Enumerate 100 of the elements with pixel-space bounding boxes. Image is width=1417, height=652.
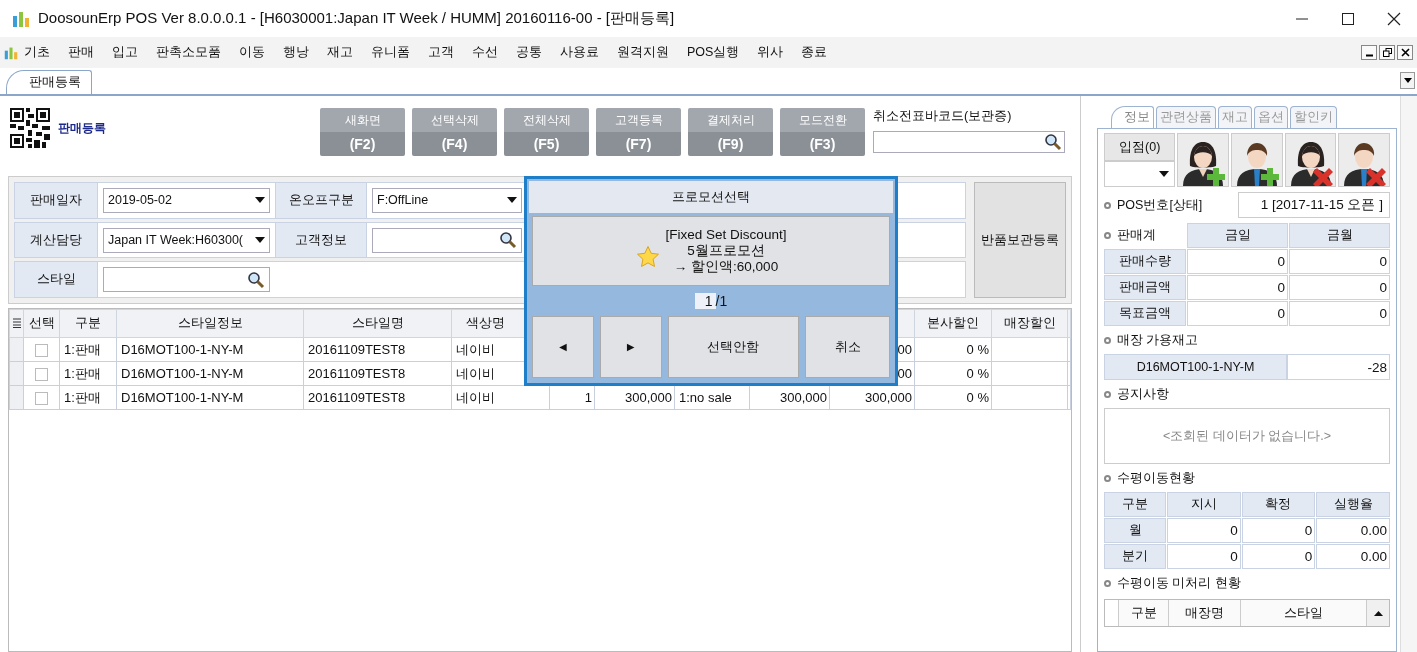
row-checkbox[interactable] bbox=[35, 392, 48, 406]
row-header: 목표금액 bbox=[1104, 301, 1186, 326]
maximize-icon bbox=[1341, 11, 1355, 26]
remove-customer-button[interactable] bbox=[1338, 133, 1390, 187]
table-cell: 20161109TEST8 bbox=[303, 337, 452, 362]
field-label: 스타일 bbox=[15, 262, 98, 297]
field-label: 취소전표바코드(보관증) bbox=[873, 108, 1013, 125]
panel-tab[interactable]: 정보 bbox=[1111, 106, 1154, 128]
table-cell: D16MOT100-1-NY-M bbox=[116, 337, 304, 362]
menu-item[interactable]: 원격지원 bbox=[608, 44, 678, 61]
menu-item[interactable]: 유니폼 bbox=[362, 44, 419, 61]
scroll-up-button[interactable] bbox=[1367, 600, 1389, 626]
column-header: 금월 bbox=[1289, 223, 1390, 248]
column-header: 스타일명 bbox=[303, 309, 452, 338]
field-label: 계산담당 bbox=[15, 222, 98, 258]
table-cell: 0 bbox=[1187, 275, 1288, 300]
column-header: 스타일 bbox=[1241, 600, 1367, 626]
menu-item[interactable]: 행낭 bbox=[274, 44, 318, 61]
table-cell: -28 bbox=[1287, 354, 1390, 380]
section-title: POS번호[상태] bbox=[1104, 196, 1203, 214]
menu-item[interactable]: 위사 bbox=[748, 44, 793, 61]
dropdown-field[interactable]: Japan IT Week:H60300( bbox=[103, 227, 270, 253]
barcode-field[interactable] bbox=[873, 131, 1065, 153]
table-cell: 0 bbox=[1289, 249, 1390, 274]
store-label: 입점(0) bbox=[1104, 133, 1176, 161]
app-logo-icon bbox=[12, 9, 30, 28]
table-cell: 0 bbox=[1167, 518, 1241, 543]
table-cell: 20161109TEST8 bbox=[303, 385, 452, 410]
menu-item[interactable]: 판매 bbox=[59, 44, 103, 61]
menu-item[interactable]: 종료 bbox=[792, 44, 837, 61]
section-title: 공지사항 bbox=[1104, 380, 1390, 408]
column-header: 실행율 bbox=[1316, 492, 1390, 517]
table-cell: 1:no sale bbox=[679, 390, 732, 405]
dropdown-arrow-icon bbox=[255, 197, 265, 204]
page-field[interactable]: 1 bbox=[694, 293, 716, 309]
table-cell: 0 bbox=[1289, 301, 1390, 326]
dropdown-field[interactable]: F:OffLine bbox=[372, 187, 522, 213]
table-cell: 0 bbox=[1241, 544, 1316, 569]
add-customer-button[interactable] bbox=[1231, 133, 1283, 187]
table-cell: 1:판매 bbox=[59, 361, 117, 386]
search-icon bbox=[499, 231, 517, 249]
search-field[interactable] bbox=[103, 267, 270, 293]
section-title: 수평이동 미처리 현황 bbox=[1104, 569, 1390, 597]
row-checkbox[interactable] bbox=[35, 368, 48, 382]
row-checkbox[interactable] bbox=[35, 344, 48, 358]
table-cell: 0 % bbox=[914, 385, 992, 410]
dropdown-arrow-icon bbox=[1159, 171, 1170, 177]
window-title: DoosounErp POS Ver 8.0.0.0.1 - [H6030001:Japan IT Week / HUMM] 20160116-00 - [판매등록] bbox=[38, 9, 675, 28]
return-storage-button[interactable]: 반품보관등록 bbox=[974, 182, 1066, 298]
remove-customer-button[interactable] bbox=[1284, 133, 1337, 187]
column-header: 구분 bbox=[1119, 600, 1169, 626]
dialog-button[interactable]: 취소 bbox=[805, 316, 890, 378]
field-label: 판매일자 bbox=[15, 183, 98, 218]
qr-code-icon bbox=[10, 108, 50, 148]
minimize-button[interactable] bbox=[1361, 45, 1377, 60]
menu-item[interactable]: 재고 bbox=[318, 44, 362, 61]
restore-button[interactable] bbox=[1379, 45, 1395, 60]
row-header: 판매수량 bbox=[1104, 249, 1186, 274]
column-header: 지시 bbox=[1167, 492, 1241, 517]
field-label: 고객정보 bbox=[275, 222, 367, 258]
field-label: 온오프구분 bbox=[275, 183, 367, 218]
table-cell: 0 bbox=[1167, 544, 1241, 569]
table-cell: 0 % bbox=[914, 361, 992, 386]
column-header: 금일 bbox=[1187, 223, 1288, 248]
table-cell: 0 bbox=[1187, 249, 1288, 274]
promotion-option[interactable]: [Fixed Set Discount] 5월프로모션 → 할인액:60,000 bbox=[532, 216, 890, 286]
dropdown-arrow-icon bbox=[255, 237, 265, 243]
table-cell: 300,000 bbox=[780, 390, 827, 405]
menu-item[interactable]: 판촉소모품 bbox=[147, 44, 230, 61]
table-cell: 0.00 bbox=[1316, 518, 1390, 543]
column-header: 스타일정보 bbox=[116, 309, 304, 338]
close-button[interactable] bbox=[1397, 45, 1413, 60]
column-header: 본사할인 bbox=[914, 309, 992, 338]
menu-item[interactable]: 공통 bbox=[507, 44, 551, 61]
menu-item[interactable]: 고객 bbox=[419, 44, 463, 61]
dialog-button[interactable]: ► bbox=[599, 316, 662, 378]
up-arrow-icon bbox=[1373, 610, 1383, 616]
menu-item[interactable]: 수선 bbox=[463, 44, 507, 61]
close-icon bbox=[1387, 11, 1401, 26]
dialog-button[interactable]: ◄ bbox=[532, 316, 594, 378]
menu-item[interactable]: POS실행 bbox=[678, 44, 749, 61]
menu-item[interactable]: 기초 bbox=[18, 44, 59, 61]
column-header: 선택 bbox=[23, 309, 60, 338]
search-field[interactable] bbox=[372, 227, 522, 253]
app-logo-icon bbox=[4, 45, 18, 60]
row-header: 월 bbox=[1104, 518, 1166, 543]
menu-item[interactable]: 이동 bbox=[230, 44, 274, 61]
star-icon bbox=[635, 245, 660, 269]
section-title: 판매계 bbox=[1104, 223, 1186, 248]
table-cell: 00 bbox=[897, 366, 912, 381]
menu-item[interactable]: 사용료 bbox=[551, 44, 608, 61]
dialog-button[interactable]: 선택안함 bbox=[667, 316, 800, 378]
document-tab[interactable]: 판매등록 bbox=[6, 70, 92, 94]
column-header: 확정 bbox=[1241, 492, 1316, 517]
menu-item[interactable]: 입고 bbox=[103, 44, 147, 61]
dropdown-arrow-icon bbox=[1403, 78, 1412, 83]
tab-list-button[interactable] bbox=[1400, 72, 1415, 89]
add-customer-button[interactable] bbox=[1177, 133, 1230, 187]
minimize-icon bbox=[1295, 17, 1309, 20]
dropdown-field[interactable]: 2019-05-02 bbox=[103, 187, 270, 213]
